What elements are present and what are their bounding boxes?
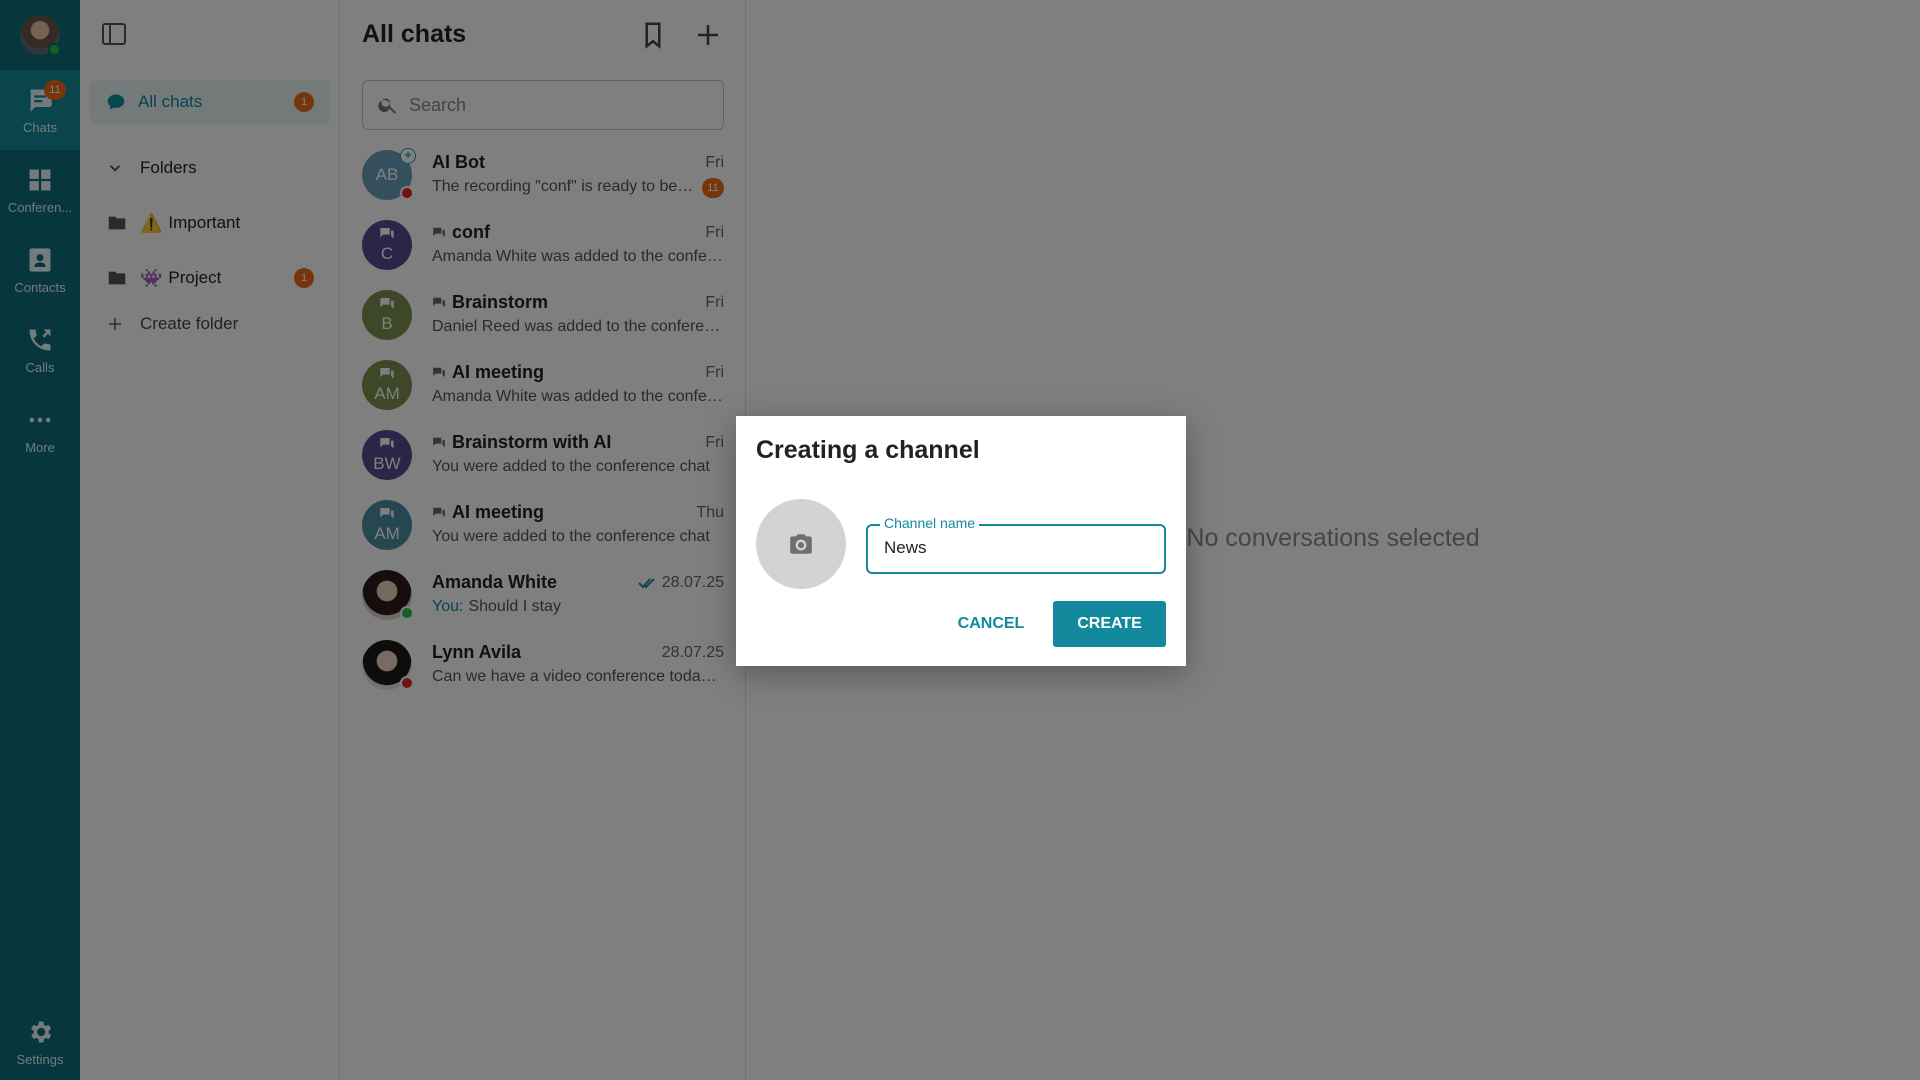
dialog-title: Creating a channel [756,436,980,464]
create-channel-dialog: Creating a channel Channel name CANCEL C… [736,416,1186,666]
channel-name-label: Channel name [880,515,980,531]
channel-name-input[interactable] [884,538,1144,558]
create-button[interactable]: CREATE [1053,601,1166,647]
camera-icon [790,534,812,554]
channel-photo-button[interactable] [756,499,846,589]
cancel-button[interactable]: CANCEL [936,601,1046,647]
channel-name-field: Channel name [866,515,1166,574]
